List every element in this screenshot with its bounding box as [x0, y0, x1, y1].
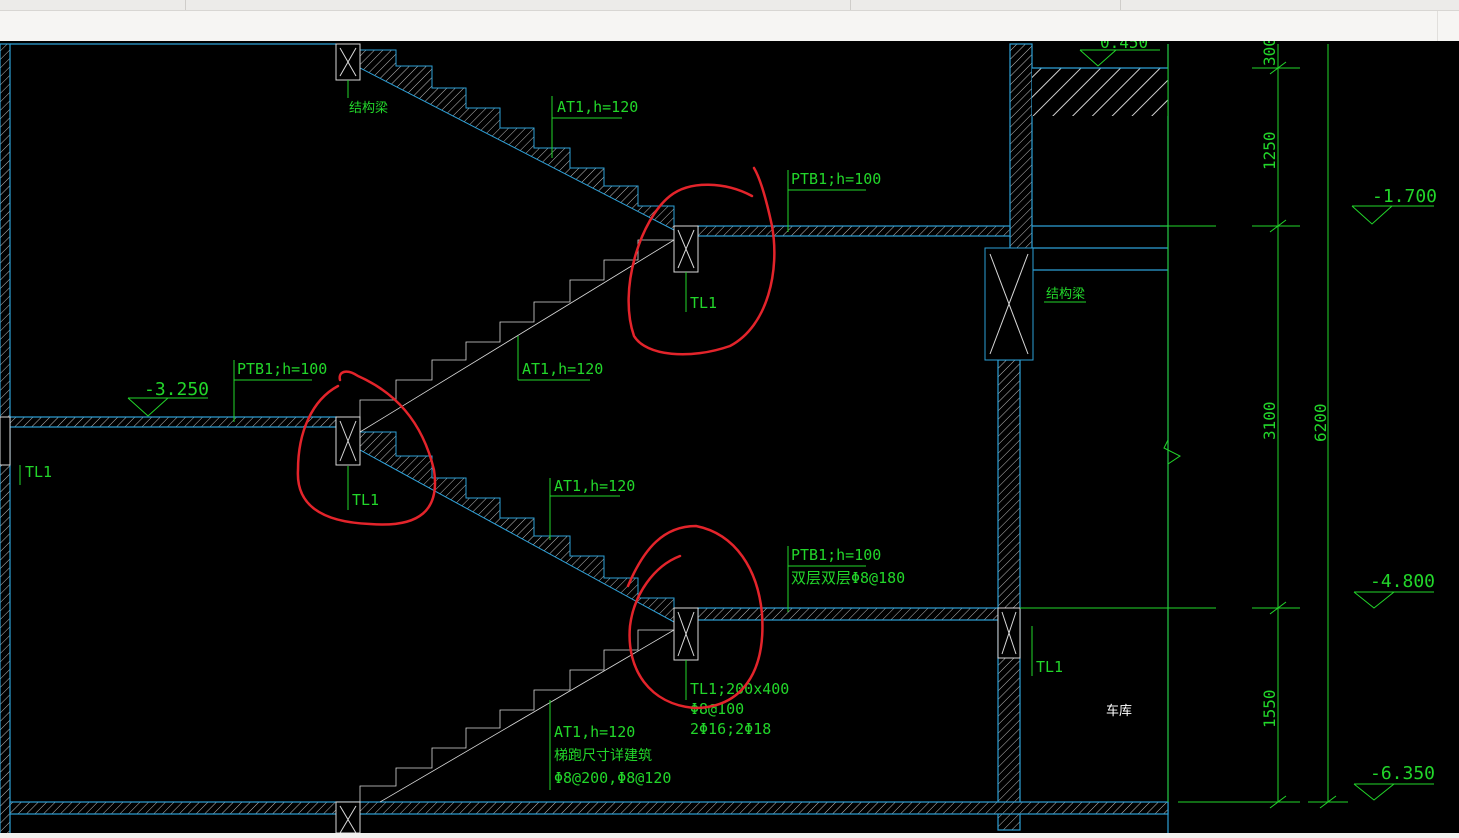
- dim-3100: 3100: [1260, 401, 1279, 440]
- right-wall-lower: [997, 359, 1021, 831]
- label-ptb1-left: PTB1;h=100: [237, 360, 327, 378]
- upper-return-flight: [359, 239, 674, 417]
- right-wall-upper: [1009, 43, 1033, 255]
- dim-1550: 1550: [1260, 689, 1279, 728]
- elevation-6350: -6.350: [1370, 763, 1435, 784]
- label-tl1-upper: TL1: [690, 294, 717, 312]
- cad-drawing-viewport[interactable]: 结构梁 AT1,h=120 PTB1;h=100 TL1 结构梁 AT1,h=1…: [0, 33, 1459, 835]
- label-ptb1-bottom-2: 双层双层Φ8@180: [791, 569, 905, 587]
- window-title-strip: [0, 0, 1459, 11]
- label-at1-bottom-2: 梯跑尺寸详建筑: [554, 748, 652, 764]
- dim-1250: 1250: [1260, 131, 1279, 170]
- dim-300: 300: [1260, 41, 1279, 66]
- slab-4800: [697, 607, 999, 621]
- title-divider: [185, 0, 186, 10]
- slab-3250: [9, 416, 337, 428]
- structure-group: [0, 43, 1169, 835]
- label-garage: 车库: [1106, 703, 1132, 719]
- beam-structural-right: [984, 247, 1034, 361]
- scrollbar-corner[interactable]: [1437, 11, 1459, 41]
- label-tl1-left: TL1: [25, 463, 52, 481]
- annotation-text: 结构梁 AT1,h=120 PTB1;h=100 TL1 结构梁 AT1,h=1…: [25, 33, 1437, 787]
- label-at1-bottom-1: AT1,h=120: [554, 723, 635, 741]
- beam-tl1-mid: [335, 416, 361, 466]
- label-ptb1-top: PTB1;h=100: [791, 170, 881, 188]
- label-tl1-detail-1: TL1;200x400: [690, 680, 789, 698]
- label-ptb1-bottom-1: PTB1;h=100: [791, 546, 881, 564]
- beam-tl1-lower: [673, 607, 699, 661]
- middle-flight: [359, 431, 675, 623]
- upper-return-underside: [359, 239, 675, 433]
- beams: [0, 43, 1034, 834]
- slab-1700: [697, 225, 1011, 237]
- title-divider: [1120, 0, 1121, 10]
- beam-right-wall: [997, 607, 1021, 659]
- label-at1-mid: AT1,h=120: [522, 360, 603, 378]
- label-at1-top: AT1,h=120: [557, 98, 638, 116]
- toolbar-area: [0, 11, 1459, 41]
- elevation-1700: -1.700: [1372, 186, 1437, 207]
- stair-flights: [359, 49, 675, 803]
- beam-bottom: [335, 801, 361, 834]
- beam-left-edge: [0, 416, 11, 466]
- label-tl1-mid: TL1: [352, 491, 379, 509]
- elevation-4800: -4.800: [1370, 571, 1435, 592]
- dim-6200: 6200: [1311, 403, 1330, 442]
- beam-tl1-upper: [673, 225, 699, 273]
- label-at1-bottom-3: Φ8@200,Φ8@120: [554, 769, 671, 787]
- label-at1-lower: AT1,h=120: [554, 477, 635, 495]
- label-structural-beam-2: 结构梁: [1046, 287, 1085, 302]
- title-divider: [850, 0, 851, 10]
- beam-top-left: [335, 43, 361, 81]
- stair-section-drawing: 结构梁 AT1,h=120 PTB1;h=100 TL1 结构梁 AT1,h=1…: [0, 33, 1437, 835]
- elevation-top-partial: 0.450: [1100, 41, 1148, 52]
- upper-flight: [359, 49, 675, 231]
- label-tl1-right: TL1: [1036, 658, 1063, 676]
- elevation-3250: -3.250: [144, 379, 209, 400]
- label-tl1-detail-3: 2Φ16;2Φ18: [690, 720, 771, 738]
- ground-hatch: [1032, 68, 1168, 116]
- markup-circle-1: [627, 166, 776, 356]
- label-structural-beam-1: 结构梁: [349, 101, 388, 116]
- slab-6350: [9, 801, 1169, 815]
